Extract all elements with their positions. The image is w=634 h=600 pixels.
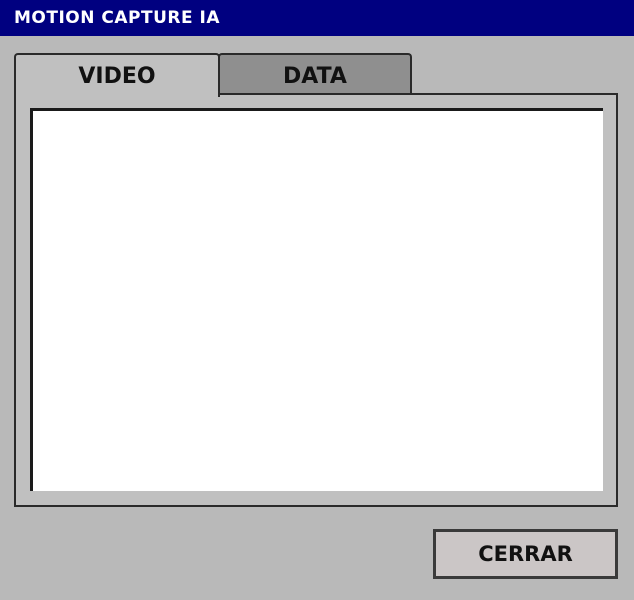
tab-data[interactable]: DATA (218, 53, 412, 95)
window-title: MOTION CAPTURE IA (0, 0, 634, 36)
close-button[interactable]: CERRAR (433, 529, 618, 579)
tab-video[interactable]: VIDEO (14, 53, 220, 97)
video-display-area (30, 108, 603, 491)
tab-panel-border (218, 93, 618, 95)
